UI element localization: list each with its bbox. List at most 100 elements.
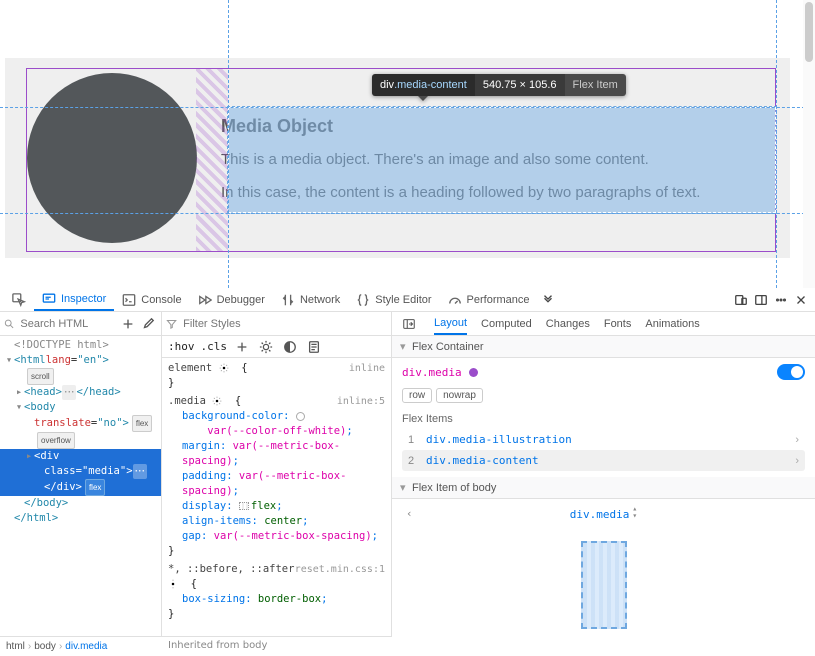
- flex-item-link[interactable]: 2 div.media-content ›: [402, 450, 805, 471]
- tab-label: Performance: [467, 294, 530, 306]
- rules-inherited-label: Inherited from body: [162, 636, 392, 656]
- section-flex-container[interactable]: ▾Flex Container: [392, 336, 815, 358]
- filter-styles-input[interactable]: [181, 317, 387, 331]
- dom-pane: <!DOCTYPE html> ▾<html lang="en"> scroll…: [0, 312, 162, 656]
- overflow-badge[interactable]: overflow: [37, 432, 75, 449]
- tab-console[interactable]: Console: [114, 288, 189, 311]
- tab-label: Style Editor: [375, 294, 431, 306]
- more-options-button[interactable]: [771, 290, 791, 310]
- tooltip-dimensions: 540.75 × 105.6: [475, 74, 565, 96]
- add-node-button[interactable]: [119, 315, 137, 333]
- scrollbar-thumb[interactable]: [805, 2, 813, 62]
- tab-animations[interactable]: Animations: [645, 312, 699, 335]
- tab-style-editor[interactable]: Style Editor: [348, 288, 439, 311]
- crumb[interactable]: html: [6, 641, 25, 652]
- crumb[interactable]: div.media: [65, 641, 107, 652]
- tab-performance[interactable]: Performance: [440, 288, 538, 311]
- tab-computed[interactable]: Computed: [481, 312, 532, 335]
- color-swatch[interactable]: [296, 412, 305, 421]
- rule-source[interactable]: reset.min.css:1: [295, 562, 385, 577]
- devtools-tabbar: Inspector Console Debugger Network Style…: [0, 288, 815, 312]
- dark-scheme-button[interactable]: [281, 338, 299, 356]
- gear-icon[interactable]: [168, 579, 178, 589]
- rules-pane: :hov .cls inline element {} inline:5 .me…: [162, 312, 392, 656]
- tab-network[interactable]: Network: [273, 288, 348, 311]
- flex-overlay-toggle[interactable]: [777, 364, 805, 380]
- devtools: Inspector Console Debugger Network Style…: [0, 288, 815, 656]
- rule-selector: *, ::before, ::after: [168, 563, 294, 575]
- toggle-sidebar-button[interactable]: [398, 312, 420, 335]
- flex-parent-selector[interactable]: div.media▴▾: [570, 505, 637, 521]
- tab-fonts[interactable]: Fonts: [604, 312, 632, 335]
- section-flex-item-of[interactable]: ▾Flex Item of body: [392, 477, 815, 499]
- media-content: Media Object This is a media object. The…: [221, 112, 700, 205]
- print-media-button[interactable]: [305, 338, 323, 356]
- layout-pane: Layout Computed Changes Fonts Animations…: [392, 312, 815, 656]
- filter-icon: [166, 318, 177, 330]
- eyedropper-button[interactable]: [139, 315, 157, 333]
- pick-element-button[interactable]: [4, 288, 34, 311]
- tooltip-tag: div: [380, 79, 394, 91]
- search-icon: [4, 318, 14, 330]
- flex-badge[interactable]: flex: [132, 415, 152, 432]
- gear-icon[interactable]: [212, 396, 222, 406]
- rule-selector: element: [168, 362, 212, 374]
- chevron-right-icon: ›: [795, 434, 799, 446]
- hov-toggle[interactable]: :hov: [168, 340, 195, 353]
- flex-swatch[interactable]: [239, 502, 249, 510]
- tab-layout[interactable]: Layout: [434, 312, 467, 335]
- breadcrumb: html › body › div.media: [0, 636, 162, 656]
- dom-pane-toolbar: [0, 312, 161, 336]
- tab-label: Console: [141, 294, 181, 306]
- flex-item-link[interactable]: 1 div.media-illustration ›: [402, 429, 805, 450]
- responsive-design-button[interactable]: [731, 290, 751, 310]
- dock-side-button[interactable]: [751, 290, 771, 310]
- rule-source[interactable]: inline: [349, 361, 385, 376]
- layout-tabs: Layout Computed Changes Fonts Animations: [392, 312, 815, 336]
- rules-subtoolbar: :hov .cls: [162, 336, 391, 358]
- tab-label: Network: [300, 294, 340, 306]
- tab-changes[interactable]: Changes: [546, 312, 590, 335]
- tab-label: Inspector: [61, 293, 106, 305]
- scroll-badge[interactable]: scroll: [27, 368, 54, 385]
- section-title: Flex Item of body: [412, 482, 496, 494]
- media-illustration: [27, 73, 197, 243]
- doctype-node: <!DOCTYPE html>: [14, 338, 109, 353]
- tab-debugger[interactable]: Debugger: [190, 288, 273, 311]
- selected-dom-node[interactable]: ▸<div: [0, 449, 161, 464]
- devtools-body: <!DOCTYPE html> ▾<html lang="en"> scroll…: [0, 312, 815, 656]
- content-paragraph: In this case, the content is a heading f…: [221, 184, 700, 201]
- search-html-input[interactable]: [18, 317, 117, 331]
- prev-item-button[interactable]: ‹: [406, 507, 420, 520]
- tooltip-class: .media-content: [394, 79, 467, 91]
- tab-label: Debugger: [217, 294, 265, 306]
- chevron-right-icon: ›: [795, 455, 799, 467]
- light-scheme-button[interactable]: [257, 338, 275, 356]
- flex-direction-pill: row: [402, 388, 432, 403]
- flex-items-label: Flex Items: [402, 413, 805, 425]
- content-heading: Media Object: [221, 116, 700, 137]
- gear-icon[interactable]: [219, 363, 229, 373]
- flex-badge[interactable]: flex: [85, 479, 105, 496]
- add-rule-button[interactable]: [233, 338, 251, 356]
- crumb[interactable]: body: [34, 641, 56, 652]
- dom-tree[interactable]: <!DOCTYPE html> ▾<html lang="en"> scroll…: [0, 336, 161, 656]
- content-paragraph: This is a media object. There's an image…: [221, 151, 700, 168]
- flex-wrap-pill: nowrap: [436, 388, 483, 403]
- scrollbar[interactable]: [803, 0, 815, 303]
- flex-item-diagram: [581, 541, 627, 629]
- close-devtools-button[interactable]: [791, 290, 811, 310]
- rules-list[interactable]: inline element {} inline:5 .media { back…: [162, 358, 391, 656]
- cls-toggle[interactable]: .cls: [201, 340, 228, 353]
- rule-source[interactable]: inline:5: [337, 394, 385, 409]
- rules-pane-toolbar: [162, 312, 391, 336]
- tabs-overflow-button[interactable]: [538, 290, 558, 310]
- node-tooltip: div.media-content 540.75 × 105.6 Flex It…: [372, 74, 626, 96]
- flex-container-selector[interactable]: div.media: [402, 366, 462, 379]
- tooltip-kind: Flex Item: [565, 74, 626, 96]
- overlay-color-swatch[interactable]: [469, 368, 478, 377]
- section-title: Flex Container: [412, 341, 484, 353]
- tab-inspector[interactable]: Inspector: [34, 288, 114, 311]
- page-viewport: Media Object This is a media object. The…: [0, 0, 815, 304]
- rule-selector: .media: [168, 395, 206, 407]
